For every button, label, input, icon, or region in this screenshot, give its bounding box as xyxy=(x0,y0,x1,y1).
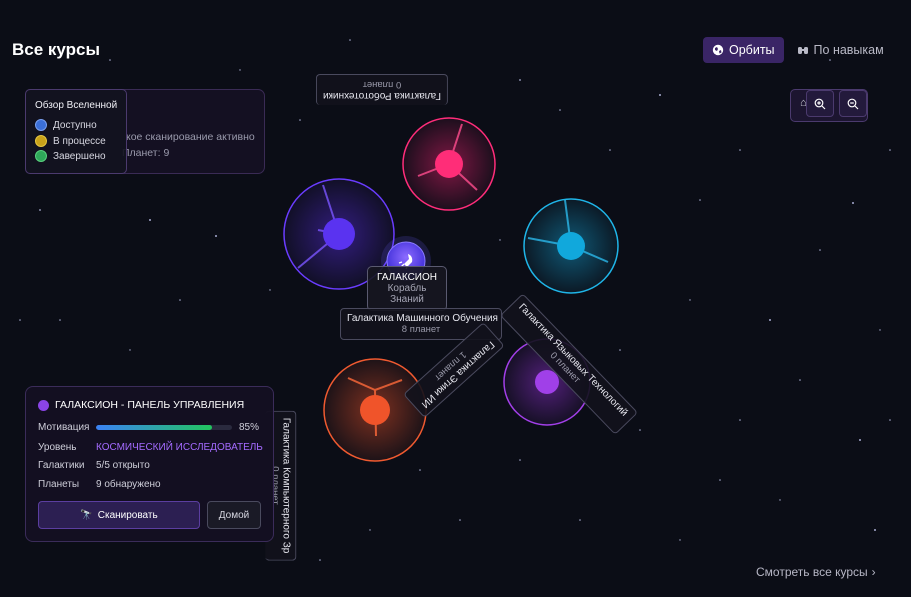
galaxy-cyan[interactable] xyxy=(523,198,619,294)
universe-legend: Обзор Вселенной Доступно В процессе Заве… xyxy=(25,89,127,174)
view-all-courses-link[interactable]: Смотреть все курсы › xyxy=(756,565,876,579)
legend-item-available: Доступно xyxy=(35,119,97,131)
scan-status-text: кое сканирование активно xyxy=(126,131,255,143)
galaxies-value: 5/5 открыто xyxy=(96,460,150,471)
telescope-icon: 🔭 xyxy=(80,509,93,521)
level-label: Уровень xyxy=(38,442,77,453)
galaxy-name: Галактика Компьютерного Зр xyxy=(280,417,292,554)
level-value: КОСМИЧЕСКИЙ ИССЛЕДОВАТЕЛЬ xyxy=(96,442,263,453)
completed-dot-icon xyxy=(35,150,47,162)
zoom-controls: ⌂м xyxy=(790,89,868,122)
motivation-bar xyxy=(96,425,232,430)
galaxy-name: Галактика Машинного Обучения xyxy=(347,313,498,324)
ship-subtitle-2: Знаний xyxy=(390,294,424,305)
status-dot-icon xyxy=(38,399,49,411)
ship-title: ГАЛАКСИОН xyxy=(377,272,437,283)
motivation-bar-fill xyxy=(96,425,212,430)
home-button[interactable]: Домой xyxy=(207,501,261,529)
planets-value: 9 обнаружено xyxy=(96,479,161,490)
control-panel: ГАЛАКСИОН - ПАНЕЛЬ УПРАВЛЕНИЯ Мотивация … xyxy=(25,386,274,542)
ship-subtitle-1: Корабль xyxy=(387,283,427,294)
legend-title: Обзор Вселенной xyxy=(35,100,118,111)
zoom-in-icon xyxy=(814,98,826,109)
control-panel-header: ГАЛАКСИОН - ПАНЕЛЬ УПРАВЛЕНИЯ xyxy=(38,399,244,411)
motivation-label: Мотивация xyxy=(38,422,90,433)
available-dot-icon xyxy=(35,119,47,131)
control-panel-title: ГАЛАКСИОН - ПАНЕЛЬ УПРАВЛЕНИЯ xyxy=(55,399,245,411)
scan-button[interactable]: 🔭 Сканировать xyxy=(38,501,200,529)
legend-item-in-progress: В процессе xyxy=(35,135,106,147)
zoom-in-button[interactable] xyxy=(806,90,834,117)
chevron-right-icon: › xyxy=(871,565,876,579)
motivation-percent: 85% xyxy=(239,422,260,433)
galaxy-label-robotics[interactable]: Галактика Робототехники 0 планет xyxy=(316,74,448,105)
zoom-out-button[interactable] xyxy=(839,90,867,117)
legend-item-label: Доступно xyxy=(53,119,97,131)
galaxy-pink[interactable] xyxy=(402,117,496,211)
scan-button-label: Сканировать xyxy=(97,509,158,521)
planet-count-text: Планет: 9 xyxy=(122,147,170,159)
galaxy-name: Галактика Робототехники xyxy=(323,90,441,101)
galaxies-label: Галактики xyxy=(38,460,85,471)
legend-item-label: В процессе xyxy=(53,135,106,147)
ship-label: ГАЛАКСИОН Корабль Знаний xyxy=(367,266,447,311)
view-all-label: Смотреть все курсы xyxy=(756,565,868,579)
planets-label: Планеты xyxy=(38,479,80,490)
legend-item-label: Завершено xyxy=(53,150,106,162)
galaxy-orange[interactable] xyxy=(323,358,427,462)
in-progress-dot-icon xyxy=(35,135,47,147)
zoom-out-icon xyxy=(847,98,859,109)
legend-item-completed: Завершено xyxy=(35,150,106,162)
home-button-label: Домой xyxy=(218,509,250,521)
galaxy-planet-count: 0 планет xyxy=(362,79,402,90)
